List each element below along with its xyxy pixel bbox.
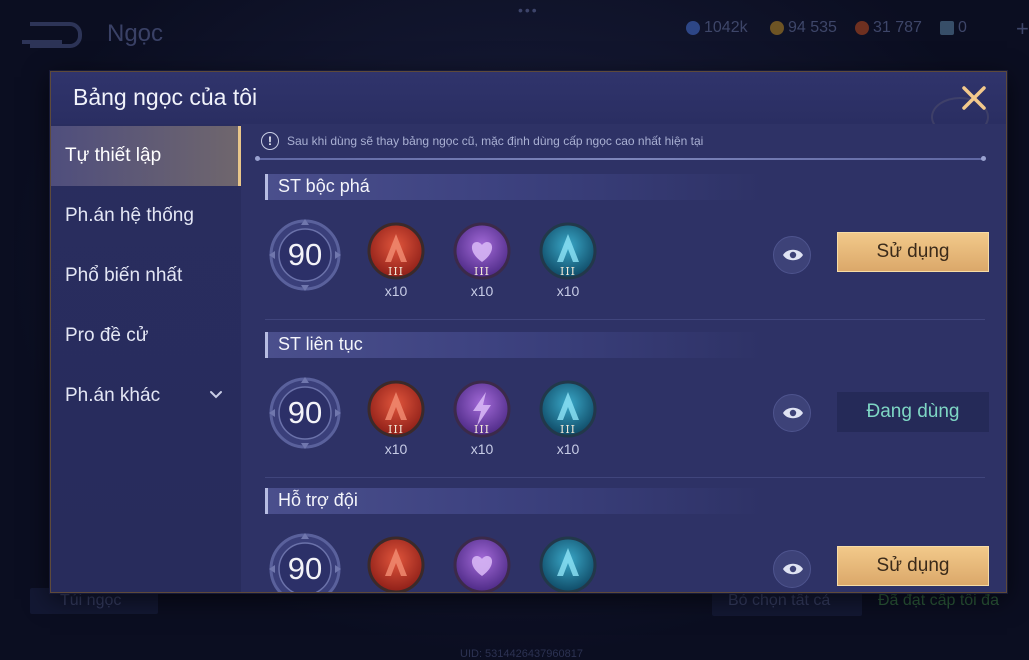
level-badge: 90 <box>267 531 343 592</box>
dialog-title: Bảng ngọc của tôi <box>73 84 258 110</box>
gem-slot-purple[interactable] <box>451 536 513 592</box>
gem-tier: III <box>387 423 405 436</box>
currency-blue-gem: 1042k <box>686 18 748 38</box>
currency-gold: 94 535 <box>770 18 837 38</box>
set-header: Hỗ trợ đội <box>265 488 765 514</box>
gem-tier: III <box>473 423 491 436</box>
eye-icon <box>783 407 803 419</box>
close-button[interactable] <box>957 81 991 115</box>
voucher-icon <box>940 21 954 35</box>
sidebar-item-most-popular[interactable]: Phổ biến nhất <box>51 246 241 306</box>
add-currency-icon[interactable]: + <box>1016 16 1029 42</box>
background-max-level-text: Đã đạt cấp tối đa <box>878 592 999 609</box>
gold-coin-icon <box>770 21 784 35</box>
set-header: ST liên tục <box>265 332 765 358</box>
level-badge: 90 <box>267 217 343 293</box>
sidebar-item-label: Ph.án hệ thống <box>65 205 194 226</box>
eye-icon <box>783 563 803 575</box>
teal-attack-gem-icon <box>539 536 597 592</box>
background-gem-bag-label: Tủi ngọc <box>60 592 122 609</box>
currency-voucher: 0 <box>940 18 967 38</box>
gem-count: x10 <box>384 441 408 457</box>
set-name: Hỗ trợ đội <box>278 490 358 510</box>
gem-boards-list[interactable]: ! Sau khi dùng sẽ thay bảng ngọc cũ, mặc… <box>241 124 1006 592</box>
gem-slot-red[interactable]: III x10 <box>365 380 427 460</box>
use-button[interactable]: Sử dụng <box>837 232 989 272</box>
close-icon <box>962 86 986 110</box>
gem-slot-red[interactable]: III x10 <box>365 222 427 302</box>
more-dots-icon: ••• <box>518 2 539 18</box>
gem-slot-teal[interactable] <box>537 536 599 592</box>
category-sidebar: Tự thiết lập Ph.án hệ thống Phổ biến nhấ… <box>51 124 241 592</box>
preview-button[interactable] <box>773 236 811 274</box>
set-name: ST liên tục <box>278 334 363 354</box>
currency-gold-value: 94 535 <box>788 19 837 36</box>
set-name: ST bộc phá <box>278 176 370 196</box>
sidebar-item-pro-recommended[interactable]: Pro đề cử <box>51 306 241 366</box>
my-gem-boards-dialog: Bảng ngọc của tôi Tự thiết lập Ph.án hệ … <box>50 71 1007 593</box>
sidebar-item-other-plans[interactable]: Ph.án khác <box>51 366 241 426</box>
gem-count: x10 <box>470 441 494 457</box>
sidebar-item-custom[interactable]: Tự thiết lập <box>51 126 241 186</box>
red-attack-gem-icon <box>367 536 425 592</box>
preview-button[interactable] <box>773 550 811 588</box>
gem-slot-purple[interactable]: III x10 <box>451 380 513 460</box>
red-coin-icon <box>855 21 869 35</box>
gem-slot-teal[interactable]: III x10 <box>537 380 599 460</box>
in-use-button[interactable]: Đang dùng <box>837 392 989 432</box>
set-header: ST bộc phá <box>265 174 765 200</box>
notice-bar: ! Sau khi dùng sẽ thay bảng ngọc cũ, mặc… <box>261 130 703 152</box>
gem-board-set: Hỗ trợ đội 90 Sử dụng <box>241 488 1006 592</box>
gem-count: x10 <box>470 283 494 299</box>
chevron-down-icon <box>210 391 222 399</box>
gem-count: x10 <box>556 283 580 299</box>
back-arrow-icon <box>22 22 82 48</box>
gem-count: x10 <box>384 283 408 299</box>
background-uid: UID: 5314426437960817 <box>460 648 583 660</box>
purple-heart-gem-icon <box>453 536 511 592</box>
currency-red-value: 31 787 <box>873 19 922 36</box>
dialog-header: Bảng ngọc của tôi <box>51 72 1006 137</box>
preview-button[interactable] <box>773 394 811 432</box>
level-badge: 90 <box>267 375 343 451</box>
blue-gem-coin-icon <box>686 21 700 35</box>
sidebar-item-system-plan[interactable]: Ph.án hệ thống <box>51 186 241 246</box>
eye-icon <box>783 249 803 261</box>
gem-tier: III <box>559 265 577 278</box>
sidebar-item-label: Pro đề cử <box>65 325 149 346</box>
level-value: 90 <box>287 395 323 430</box>
level-value: 90 <box>287 237 323 272</box>
gem-tier: III <box>473 265 491 278</box>
background-deselect-all-label: Bỏ chọn tất cả <box>728 592 831 609</box>
currency-blue-gem-value: 1042k <box>704 19 748 36</box>
sidebar-item-label: Ph.án khác <box>65 385 161 406</box>
currency-red: 31 787 <box>855 18 922 38</box>
gem-board-set: ST liên tục 90 III x10 III x10 III x10 Đ… <box>241 332 1006 489</box>
gem-tier: III <box>559 423 577 436</box>
set-divider <box>265 319 985 320</box>
gem-slot-teal[interactable]: III x10 <box>537 222 599 302</box>
gem-slot-purple[interactable]: III x10 <box>451 222 513 302</box>
use-button[interactable]: Sử dụng <box>837 546 989 586</box>
gem-board-set: ST bộc phá 90 III x10 III x10 III x10 Sử… <box>241 174 1006 331</box>
notice-divider <box>255 156 986 161</box>
background-topbar: Ngọc ••• 1042k 94 535 31 787 0 + <box>0 0 1029 70</box>
level-value: 90 <box>287 551 323 586</box>
notice-text: Sau khi dùng sẽ thay bảng ngọc cũ, mặc đ… <box>287 134 704 148</box>
gem-count: x10 <box>556 441 580 457</box>
background-page-title: Ngọc <box>107 20 164 47</box>
info-exclamation-icon: ! <box>261 132 279 150</box>
currency-voucher-value: 0 <box>958 19 967 36</box>
set-divider <box>265 477 985 478</box>
gem-tier: III <box>387 265 405 278</box>
sidebar-item-label: Phổ biến nhất <box>65 265 183 286</box>
sidebar-item-label: Tự thiết lập <box>65 145 162 166</box>
gem-slot-red[interactable] <box>365 536 427 592</box>
